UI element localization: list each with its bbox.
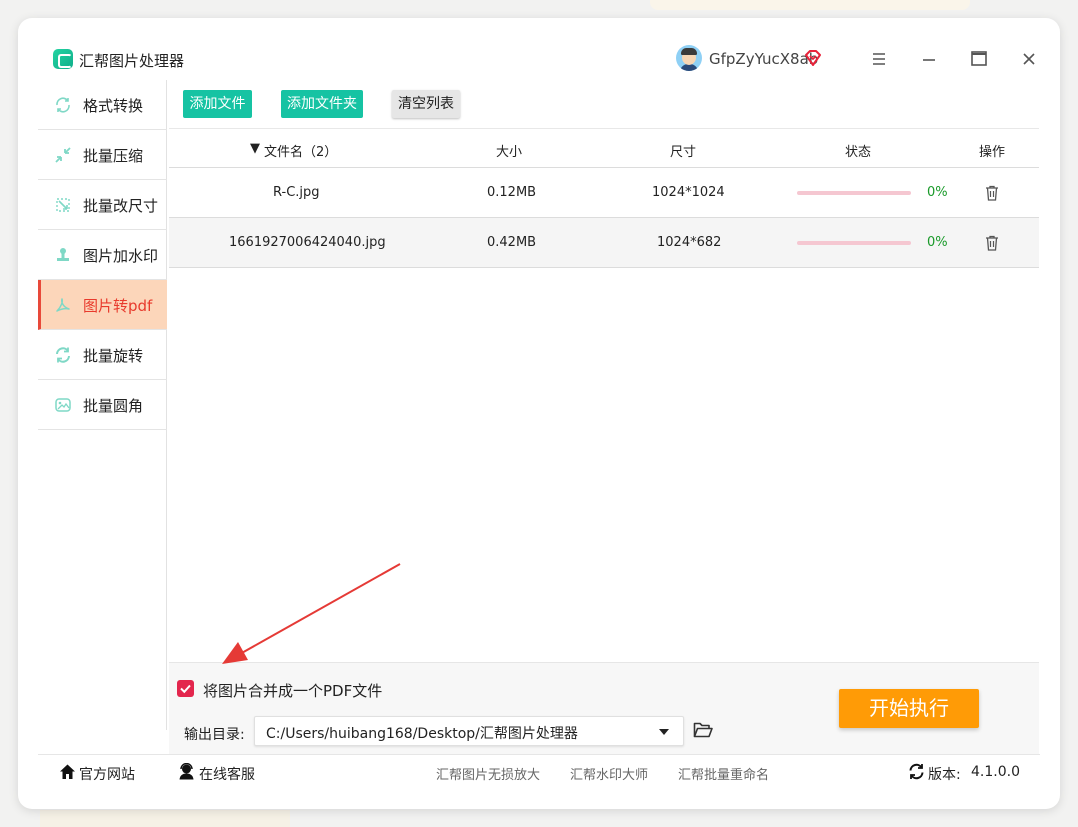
- start-button[interactable]: 开始执行: [839, 689, 979, 728]
- table-header: ▼ 文件名（2） 大小 尺寸 状态 操作: [169, 128, 1039, 168]
- round-corner-icon: [55, 398, 71, 412]
- watermark-icon: [57, 248, 69, 261]
- sidebar-item-label: 批量旋转: [83, 347, 144, 365]
- file-size: 0.12MB: [487, 185, 537, 200]
- sidebar-item-round-corner[interactable]: 批量圆角: [38, 380, 167, 430]
- column-header-dimension[interactable]: 尺寸: [670, 141, 696, 160]
- sidebar-item-label: 图片转pdf: [83, 297, 153, 315]
- trash-icon[interactable]: [985, 235, 999, 251]
- title-bar: 汇帮图片处理器 GfpZyYucX8ab: [38, 38, 1040, 80]
- version-number: 4.1.0.0: [971, 764, 1020, 780]
- chevron-down-icon: [659, 729, 669, 735]
- maximize-icon[interactable]: [966, 46, 992, 72]
- app-window: 汇帮图片处理器 GfpZyYucX8ab 格式转换 批量压缩 批量改尺寸 图片加…: [18, 18, 1060, 809]
- sidebar-item-format-convert[interactable]: 格式转换: [38, 80, 167, 130]
- background-decoration: [40, 810, 290, 827]
- sidebar-item-label: 批量改尺寸: [83, 197, 159, 215]
- column-header-size[interactable]: 大小: [496, 141, 522, 160]
- table-row[interactable]: R-C.jpg 0.12MB 1024*1024 0%: [169, 168, 1039, 218]
- progress-percent: 0%: [927, 235, 948, 250]
- rotate-icon: [56, 347, 70, 363]
- add-folder-button[interactable]: 添加文件夹: [281, 90, 363, 118]
- sidebar-item-label: 批量压缩: [83, 147, 144, 165]
- merge-pdf-label[interactable]: 将图片合并成一个PDF文件: [203, 680, 382, 701]
- minimize-icon[interactable]: [916, 46, 942, 72]
- table-row[interactable]: 1661927006424040.jpg 0.42MB 1024*682 0%: [169, 218, 1039, 268]
- sidebar-item-label: 格式转换: [83, 97, 144, 115]
- sidebar: 格式转换 批量压缩 批量改尺寸 图片加水印 图片转pdf 批量旋转 批量圆角: [38, 80, 167, 730]
- column-header-filename[interactable]: 文件名（2）: [264, 141, 337, 160]
- merge-pdf-checkbox[interactable]: [177, 680, 194, 697]
- output-dir-label: 输出目录:: [184, 727, 245, 743]
- user-avatar[interactable]: [676, 45, 702, 71]
- refresh-icon[interactable]: [908, 763, 925, 780]
- sidebar-item-label: 图片加水印: [83, 247, 159, 265]
- app-content: 汇帮图片处理器 GfpZyYucX8ab 格式转换 批量压缩 批量改尺寸 图片加…: [38, 38, 1040, 788]
- sidebar-item-rotate[interactable]: 批量旋转: [38, 330, 167, 380]
- file-size: 0.42MB: [487, 235, 537, 250]
- column-header-action: 操作: [979, 145, 1006, 160]
- compress-icon: [55, 147, 71, 163]
- format-convert-icon: [56, 97, 70, 113]
- vip-diamond-icon[interactable]: [803, 48, 823, 68]
- sidebar-item-image-to-pdf[interactable]: 图片转pdf: [38, 280, 167, 330]
- progress-bar: [797, 241, 911, 245]
- output-dir-select[interactable]: C:/Users/huibang168/Desktop/汇帮图片处理器: [254, 716, 684, 746]
- sidebar-item-watermark[interactable]: 图片加水印: [38, 230, 167, 280]
- output-dir-value: C:/Users/huibang168/Desktop/汇帮图片处理器: [266, 726, 578, 742]
- pdf-icon: [56, 298, 70, 312]
- footer-link-rename[interactable]: 汇帮批量重命名: [678, 764, 769, 783]
- progress-bar: [797, 191, 911, 195]
- folder-open-icon[interactable]: [693, 721, 713, 739]
- version-label: 版本:: [928, 767, 961, 783]
- app-title: 汇帮图片处理器: [79, 52, 185, 70]
- menu-icon[interactable]: [866, 46, 892, 72]
- username[interactable]: GfpZyYucX8ab: [709, 50, 818, 68]
- file-name: 1661927006424040.jpg: [229, 235, 386, 250]
- official-website-link[interactable]: 官方网站: [79, 764, 135, 784]
- sidebar-item-label: 批量圆角: [83, 397, 144, 415]
- customer-service-icon[interactable]: [178, 763, 195, 780]
- file-name: R-C.jpg: [273, 185, 320, 200]
- close-icon[interactable]: [1016, 46, 1042, 72]
- sort-desc-icon[interactable]: ▼: [250, 141, 260, 156]
- sidebar-item-resize[interactable]: 批量改尺寸: [38, 180, 167, 230]
- footer-link-upscale[interactable]: 汇帮图片无损放大: [436, 764, 540, 783]
- file-dimension: 1024*682: [657, 235, 722, 250]
- progress-percent: 0%: [927, 185, 948, 200]
- clear-list-button[interactable]: 清空列表: [392, 90, 460, 118]
- add-file-button[interactable]: 添加文件: [183, 90, 252, 118]
- trash-icon[interactable]: [985, 185, 999, 201]
- background-decoration: [650, 0, 970, 10]
- resize-icon: [56, 198, 70, 212]
- app-logo-icon: [53, 49, 73, 69]
- column-header-status: 状态: [845, 145, 872, 160]
- online-support-link[interactable]: 在线客服: [199, 764, 255, 784]
- output-settings-panel: 将图片合并成一个PDF文件 输出目录: C:/Users/huibang168/…: [169, 662, 1039, 754]
- home-icon[interactable]: [59, 763, 76, 780]
- sidebar-item-compress[interactable]: 批量压缩: [38, 130, 167, 180]
- footer: 官方网站 在线客服 汇帮图片无损放大 汇帮水印大师 汇帮批量重命名 版本: 4.…: [38, 754, 1040, 788]
- file-table: ▼ 文件名（2） 大小 尺寸 状态 操作 R-C.jpg 0.12MB 1024…: [169, 128, 1039, 268]
- file-dimension: 1024*1024: [652, 185, 725, 200]
- footer-link-watermark[interactable]: 汇帮水印大师: [570, 764, 648, 783]
